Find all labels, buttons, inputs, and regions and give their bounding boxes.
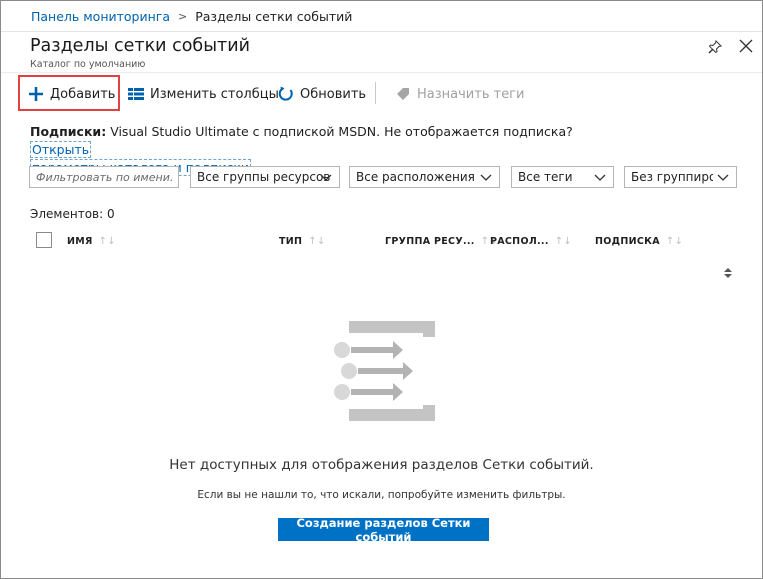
page-subtitle: Каталог по умолчанию [30, 59, 146, 70]
items-count: Элементов: 0 [30, 207, 115, 221]
empty-state-title: Нет доступных для отображения разделов С… [169, 457, 594, 473]
select-all-checkbox[interactable] [36, 232, 52, 248]
refresh-label: Обновить [300, 86, 367, 102]
column-header-subscription[interactable]: ПОДПИСКА ↑↓ [595, 236, 683, 247]
create-topics-button[interactable]: Создание разделов Сетки событий [278, 516, 489, 544]
resource-groups-value: Все группы ресурсов [197, 170, 331, 184]
column-header-resource-group[interactable]: ГРУППА РЕСУ... ↑↓ [385, 236, 498, 247]
sort-icon: ↑↓ [308, 236, 326, 247]
chevron-down-icon [594, 174, 606, 181]
column-header-name-label: ИМЯ [67, 236, 93, 247]
sort-icon: ↑↓ [554, 236, 573, 247]
breadcrumb-dashboard-link[interactable]: Панель мониторинга [31, 9, 170, 24]
name-filter-input[interactable] [36, 170, 172, 184]
tags-dropdown[interactable]: Все теги [511, 166, 614, 188]
name-filter-field[interactable] [29, 166, 179, 188]
page-title: Разделы сетки событий [30, 36, 250, 56]
refresh-icon [277, 85, 295, 103]
edit-columns-button[interactable]: Изменить столбцы [127, 83, 279, 105]
breadcrumb-current: Разделы сетки событий [195, 9, 353, 24]
column-header-name[interactable]: ИМЯ ↑↓ [67, 236, 116, 247]
refresh-button[interactable]: Обновить [277, 83, 366, 105]
chevron-down-icon [480, 174, 492, 181]
add-button-label: Добавить [50, 86, 116, 102]
chevron-down-icon [717, 174, 729, 181]
header-divider [1, 72, 762, 73]
column-header-type[interactable]: ТИП ↑↓ [279, 236, 326, 247]
edit-columns-label: Изменить столбцы [150, 86, 279, 102]
column-header-subscription-label: ПОДПИСКА [595, 236, 660, 247]
plus-icon [27, 85, 45, 103]
column-header-type-label: ТИП [279, 236, 303, 247]
empty-state-hint: Если вы не нашли то, что искали, попробу… [197, 489, 566, 501]
scroll-arrows-icon[interactable] [721, 265, 735, 281]
toolbar-divider [375, 82, 376, 104]
event-grid-topics-icon [334, 321, 435, 421]
chevron-down-icon [320, 174, 332, 181]
tag-icon [394, 85, 412, 103]
breadcrumb-divider [1, 31, 762, 32]
add-button[interactable]: Добавить [27, 83, 115, 105]
close-icon[interactable] [738, 38, 754, 54]
columns-icon [127, 85, 145, 103]
sort-icon: ↑↓ [98, 236, 116, 247]
subscriptions-label: Подписки: [30, 124, 107, 139]
tags-value: Все теги [518, 170, 573, 184]
grouping-value: Без группиро... [631, 170, 713, 184]
subscriptions-text: Visual Studio Ultimate с подпиской MSDN.… [110, 124, 573, 139]
locations-dropdown[interactable]: Все расположения [349, 166, 500, 188]
column-header-location-label: РАСПОЛ... [490, 236, 549, 247]
locations-value: Все расположения [356, 170, 475, 184]
breadcrumb-separator: > [178, 10, 188, 23]
blade-window: Панель мониторинга > Разделы сетки событ… [0, 0, 763, 579]
column-header-resource-group-label: ГРУППА РЕСУ... [385, 236, 475, 247]
resource-groups-dropdown[interactable]: Все группы ресурсов [190, 166, 340, 188]
assign-tags-button[interactable]: Назначить теги [394, 83, 524, 105]
breadcrumb: Панель мониторинга > Разделы сетки событ… [31, 9, 352, 24]
open-directory-link-part1[interactable]: Открыть [30, 141, 92, 158]
sort-icon: ↑↓ [665, 236, 684, 247]
assign-tags-label: Назначить теги [417, 86, 525, 102]
pin-icon[interactable] [707, 39, 723, 55]
grouping-dropdown[interactable]: Без группиро... [624, 166, 737, 188]
column-header-location[interactable]: РАСПОЛ... ↑↓ [490, 236, 572, 247]
